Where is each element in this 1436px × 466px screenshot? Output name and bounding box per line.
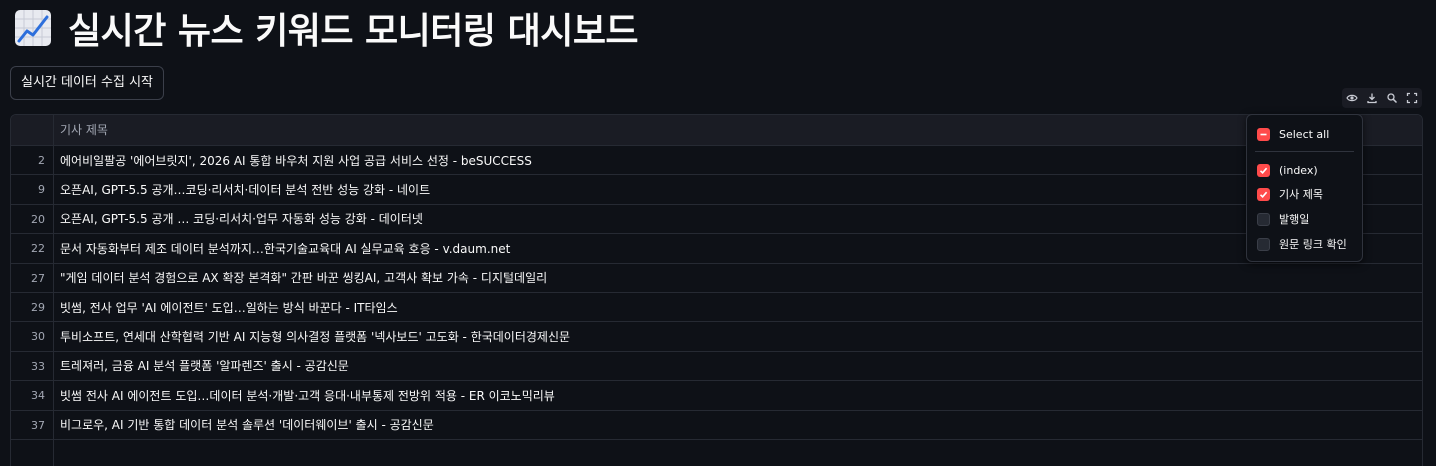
row-index-cell: 29 xyxy=(11,292,54,322)
row-index-cell: 37 xyxy=(11,410,54,439)
row-index-cell: 20 xyxy=(11,204,54,234)
column-option-label: (index) xyxy=(1279,163,1318,177)
table-row[interactable] xyxy=(11,439,1422,466)
row-index-cell: 34 xyxy=(11,381,54,410)
start-data-collection-button[interactable]: 실시간 데이터 수집 시작 xyxy=(10,66,164,100)
search-icon[interactable] xyxy=(1384,90,1400,106)
column-header-title[interactable]: 기사 제목 xyxy=(54,115,1422,145)
row-index-cell: 30 xyxy=(11,322,54,351)
fullscreen-icon[interactable] xyxy=(1404,90,1420,106)
checked-checkbox-icon[interactable] xyxy=(1257,187,1270,201)
column-option[interactable]: 발행일 xyxy=(1257,210,1309,228)
article-title-cell[interactable]: 오픈AI, GPT-5.5 공개…코딩·리서치·데이터 분석 전반 성능 강화 … xyxy=(54,181,1422,198)
article-title-cell[interactable]: 트레져러, 금융 AI 분석 플랫폼 '알파렌즈' 출시 - 공감신문 xyxy=(54,357,1422,374)
page-title: 실시간 뉴스 키워드 모니터링 대시보드 xyxy=(68,11,639,52)
column-option-label: 기사 제목 xyxy=(1279,188,1323,201)
table-row[interactable]: 2 에어비일팔공 '에어브릿지', 2026 AI 통합 바우처 지원 사업 공급… xyxy=(11,146,1422,176)
unchecked-checkbox-icon[interactable] xyxy=(1257,237,1270,251)
select-all-label: Select all xyxy=(1279,127,1330,141)
article-title-cell[interactable]: 오픈AI, GPT-5.5 공개 … 코딩·리서치·업무 자동화 성능 강화 -… xyxy=(54,210,1422,227)
index-header-cell[interactable] xyxy=(11,115,54,145)
article-title-cell[interactable]: 에어비일팔공 '에어브릿지', 2026 AI 통합 바우처 지원 사업 공급 … xyxy=(54,152,1422,169)
column-option-label: 원문 링크 확인 xyxy=(1279,238,1347,251)
column-option-label: 발행일 xyxy=(1279,213,1310,226)
table-body: 2 에어비일팔공 '에어브릿지', 2026 AI 통합 바우처 지원 사업 공급… xyxy=(11,146,1422,466)
column-option[interactable]: 기사 제목 xyxy=(1257,185,1323,203)
checked-checkbox-icon[interactable] xyxy=(1257,163,1270,177)
article-title-cell[interactable]: 빗썸, 전사 업무 'AI 에이전트' 도입…일하는 방식 바꾼다 - IT타임… xyxy=(54,299,1422,316)
table-row[interactable]: 9 오픈AI, GPT-5.5 공개…코딩·리서치·데이터 분석 전반 성능 강화… xyxy=(11,175,1422,205)
row-index-cell: 27 xyxy=(11,263,54,292)
title-row: 실시간 뉴스 키워드 모니터링 대시보드 xyxy=(14,6,639,52)
table-row[interactable]: 33 트레져러, 금융 AI 분석 플랫폼 '알파렌즈' 출시 - 공감신문 xyxy=(11,351,1422,382)
row-index-cell: 22 xyxy=(11,234,54,263)
table-row[interactable]: 29 빗썸, 전사 업무 'AI 에이전트' 도입…일하는 방식 바꾼다 - IT… xyxy=(11,292,1422,323)
download-icon[interactable] xyxy=(1364,90,1380,106)
select-all-option[interactable]: Select all xyxy=(1257,125,1329,143)
article-title-cell[interactable]: 빗썸 전사 AI 에이전트 도입…데이터 분석·개발·고객 응대·내부통제 전방… xyxy=(54,387,1422,404)
unchecked-checkbox-icon[interactable] xyxy=(1257,212,1270,226)
table-toolbar xyxy=(1342,88,1422,108)
row-index-cell: 9 xyxy=(11,175,54,204)
table-header: 기사 제목 xyxy=(11,115,1422,146)
column-visibility-menu: Select all (index) 기사 제목발행일원문 링크 확인 xyxy=(1246,114,1363,262)
table-row[interactable]: 27 "게임 데이터 분석 경험으로 AX 확장 본격화" 간판 바꾼 씽킹AI,… xyxy=(11,263,1422,293)
table-row[interactable]: 20 오픈AI, GPT-5.5 공개 … 코딩·리서치·업무 자동화 성능 강화… xyxy=(11,204,1422,235)
row-index-cell: 2 xyxy=(11,146,54,175)
article-title-cell[interactable]: 비그로우, AI 기반 통합 데이터 분석 솔루션 '데이터웨이브' 출시 - … xyxy=(54,416,1422,433)
data-table: 기사 제목 2 에어비일팔공 '에어브릿지', 2026 AI 통합 바우처 지원… xyxy=(10,114,1423,466)
menu-divider xyxy=(1255,151,1354,152)
row-index-cell xyxy=(11,439,54,466)
table-row[interactable]: 22 문서 자동화부터 제조 데이터 분석까지…한국기술교육대 AI 실무교육 호… xyxy=(11,234,1422,264)
chart-increasing-icon xyxy=(15,10,51,46)
page: 실시간 뉴스 키워드 모니터링 대시보드 실시간 데이터 수집 시작 기사 제목… xyxy=(0,0,1436,466)
row-index-cell: 33 xyxy=(11,351,54,381)
eye-icon[interactable] xyxy=(1344,90,1360,106)
article-title-cell[interactable]: "게임 데이터 분석 경험으로 AX 확장 본격화" 간판 바꾼 씽킹AI, 고… xyxy=(54,269,1422,286)
table-row[interactable]: 34 빗썸 전사 AI 에이전트 도입…데이터 분석·개발·고객 응대·내부통제 … xyxy=(11,381,1422,411)
article-title-cell[interactable]: 문서 자동화부터 제조 데이터 분석까지…한국기술교육대 AI 실무교육 호응 … xyxy=(54,240,1422,257)
column-option[interactable]: 원문 링크 확인 xyxy=(1257,235,1347,253)
article-title-cell[interactable]: 투비소프트, 연세대 산학협력 기반 AI 지능형 의사결정 플랫폼 '넥사보드… xyxy=(54,328,1422,345)
indeterminate-checkbox-icon[interactable] xyxy=(1257,127,1270,141)
table-row[interactable]: 37 비그로우, AI 기반 통합 데이터 분석 솔루션 '데이터웨이브' 출시 … xyxy=(11,410,1422,440)
column-option[interactable]: (index) xyxy=(1257,161,1318,179)
table-row[interactable]: 30 투비소프트, 연세대 산학협력 기반 AI 지능형 의사결정 플랫폼 '넥사… xyxy=(11,322,1422,352)
